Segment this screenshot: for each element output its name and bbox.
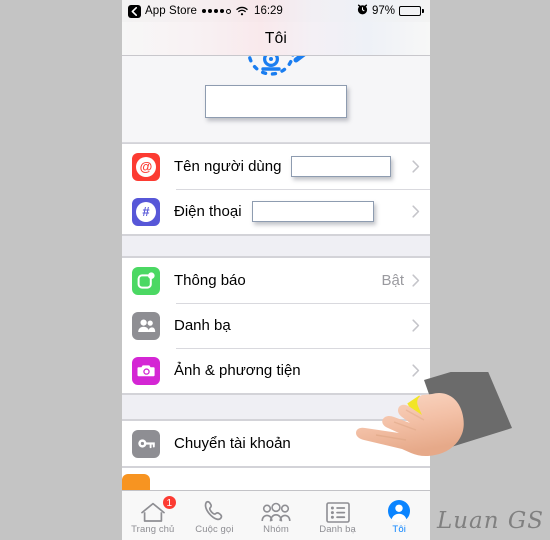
chevron-right-icon xyxy=(410,160,422,173)
at-sign-glyph: @ xyxy=(136,156,156,177)
hash-glyph: # xyxy=(136,201,156,222)
tab-groups[interactable]: Nhóm xyxy=(245,491,307,540)
chevron-right-icon xyxy=(410,274,422,287)
battery-percent-label: 97% xyxy=(371,5,395,17)
redacted-name-field xyxy=(205,85,347,118)
wifi-icon xyxy=(236,6,248,16)
person-icon xyxy=(387,499,411,523)
row-notifications-value: Bật xyxy=(381,272,404,289)
home-badge: 1 xyxy=(161,495,177,510)
row-switch-account-label: Chuyển tài khoản xyxy=(174,435,291,452)
row-contacts[interactable]: Danh bạ xyxy=(122,303,430,348)
redacted-username-value xyxy=(291,156,392,177)
screenshot-root: App Store 16:29 97% Tôi @ Tên người dùng… xyxy=(0,0,550,540)
row-switch-account[interactable]: Chuyển tài khoản xyxy=(122,421,430,466)
row-notifications[interactable]: Thông báo Bật xyxy=(122,258,430,303)
section-separator xyxy=(122,235,430,257)
chevron-left-icon[interactable] xyxy=(128,4,141,18)
chevron-right-icon xyxy=(410,319,422,332)
phone-icon xyxy=(202,499,226,523)
signal-dots-icon xyxy=(202,8,232,14)
key-icon xyxy=(132,429,160,458)
orange-app-icon xyxy=(122,474,150,490)
row-notifications-label: Thông báo xyxy=(174,272,246,289)
phone-screen: App Store 16:29 97% Tôi @ Tên người dùng… xyxy=(122,0,430,540)
nav-bar: Tôi xyxy=(122,22,430,56)
chevron-right-icon xyxy=(410,364,422,377)
row-contacts-label: Danh bạ xyxy=(174,317,231,334)
group-icon xyxy=(261,499,291,523)
settings-scroll-area[interactable]: @ Tên người dùng # Điện thoại Thông báo … xyxy=(122,56,430,540)
row-photos-media-label: Ảnh & phương tiện xyxy=(174,362,301,379)
avatar-placeholder-icon[interactable] xyxy=(233,56,319,84)
chevron-right-icon xyxy=(410,205,422,218)
hash-icon: # xyxy=(132,197,160,226)
settings-group-account: @ Tên người dùng # Điện thoại xyxy=(122,143,430,235)
redacted-phone-value xyxy=(251,201,374,222)
settings-group-account-actions: Chuyển tài khoản xyxy=(122,420,430,467)
status-bar-back-label[interactable]: App Store xyxy=(145,5,197,17)
camera-icon xyxy=(132,356,160,385)
row-phone-label: Điện thoại xyxy=(174,203,242,220)
row-photos-media[interactable]: Ảnh & phương tiện xyxy=(122,348,430,393)
row-partial-next[interactable] xyxy=(122,467,430,490)
at-sign-icon: @ xyxy=(132,152,160,181)
tab-calls[interactable]: Cuộc gọi xyxy=(184,491,246,540)
list-icon xyxy=(325,499,350,523)
watermark: Luan GS xyxy=(436,508,544,534)
tab-me[interactable]: Tôi xyxy=(368,491,430,540)
row-phone[interactable]: # Điện thoại xyxy=(122,189,430,234)
section-separator xyxy=(122,394,430,420)
tab-bar[interactable]: 1 Trang chủ Cuộc gọi Nhóm Danh bạ Tôi xyxy=(122,490,430,540)
status-bar-right-group: 97% xyxy=(357,4,424,18)
profile-header[interactable] xyxy=(122,56,430,143)
tab-me-label: Tôi xyxy=(392,524,406,535)
row-username-label: Tên người dùng xyxy=(174,158,282,175)
contacts-icon xyxy=(132,311,160,340)
row-username[interactable]: @ Tên người dùng xyxy=(122,144,430,189)
tab-groups-label: Nhóm xyxy=(263,524,289,535)
home-icon: 1 xyxy=(140,495,177,523)
status-bar-time: 16:29 xyxy=(254,5,283,17)
tab-contacts[interactable]: Danh bạ xyxy=(307,491,369,540)
tab-contacts-label: Danh bạ xyxy=(319,524,356,535)
page-title: Tôi xyxy=(264,29,288,47)
alarm-clock-icon xyxy=(357,4,368,18)
status-bar: App Store 16:29 97% xyxy=(122,0,430,22)
settings-group-preferences: Thông báo Bật Danh bạ Ảnh & phương tiện xyxy=(122,257,430,394)
notification-icon xyxy=(132,266,160,295)
tab-home-label: Trang chủ xyxy=(131,524,175,535)
tab-home[interactable]: 1 Trang chủ xyxy=(122,491,184,540)
pencil-edit-icon xyxy=(293,56,306,63)
battery-icon xyxy=(399,6,424,16)
tab-calls-label: Cuộc gọi xyxy=(195,524,234,535)
